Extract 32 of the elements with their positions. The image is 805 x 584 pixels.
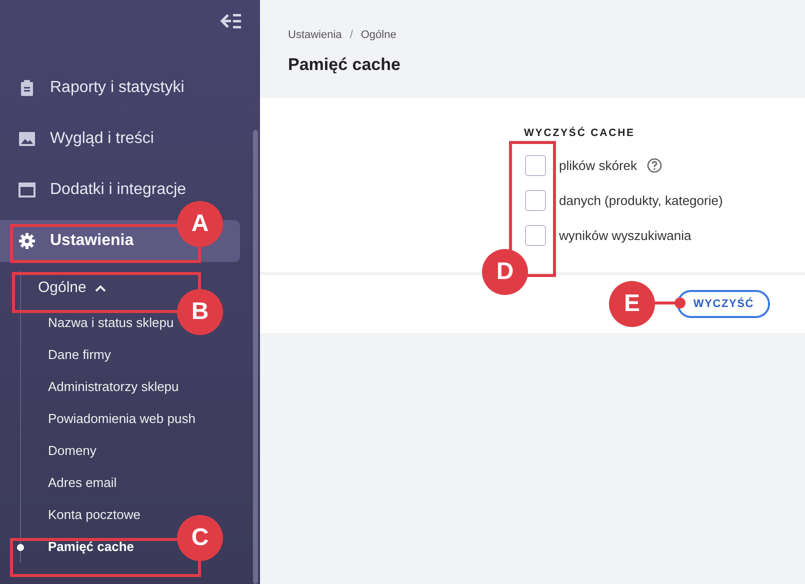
checkbox[interactable] <box>525 224 546 246</box>
submenu-link[interactable]: Domeny <box>48 435 96 467</box>
submenu-link[interactable]: Konta pocztowe <box>48 499 141 531</box>
sidebar-group-header[interactable]: Ogólne <box>38 273 106 303</box>
active-dot <box>17 544 24 551</box>
submenu-link[interactable]: Dane firmy <box>48 339 111 371</box>
page-title: Pamięć cache <box>288 54 402 76</box>
chevron-icon <box>95 284 106 292</box>
section-heading: WYCZYŚĆ CACHE <box>524 126 636 141</box>
sidebar-item[interactable]: Raporty i statystyki <box>0 67 192 109</box>
submenu-link[interactable]: Administratorzy sklepu <box>48 371 179 403</box>
scrollbar[interactable] <box>253 130 258 584</box>
checkbox[interactable] <box>525 190 546 211</box>
submenu-link[interactable]: Pamięć cache <box>48 531 134 563</box>
clear-button[interactable]: WYCZYŚĆ <box>677 290 770 318</box>
sidebar-item[interactable]: Wygląd i treści <box>0 118 162 160</box>
checkbox[interactable] <box>525 154 546 176</box>
checkbox-label: plików skórek <box>559 156 638 175</box>
submenu-link[interactable]: Nazwa i status sklepu <box>48 307 174 339</box>
submenu-link[interactable]: Powiadomienia web push <box>48 403 196 435</box>
submenu-link[interactable]: Adres email <box>48 467 117 499</box>
collapse-sidebar-icon[interactable] <box>220 12 242 30</box>
help-icon[interactable] <box>647 158 662 173</box>
settings-icon <box>18 232 36 250</box>
breadcrumb-separator: / <box>350 29 353 41</box>
breadcrumb-link[interactable]: Ustawienia <box>288 29 342 41</box>
checkbox-label: wyników wyszukiwania <box>559 226 692 245</box>
window-icon <box>18 181 36 199</box>
clipboard-icon <box>18 79 36 97</box>
breadcrumb-link[interactable]: Ogólne <box>360 29 396 41</box>
checkbox-label: danych (produkty, kategorie) <box>559 192 723 210</box>
image-icon <box>18 130 36 148</box>
